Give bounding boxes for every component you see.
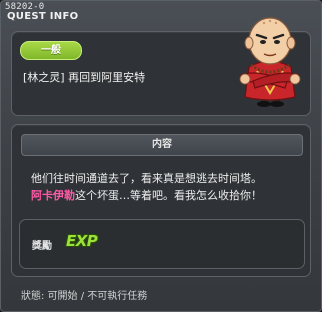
npc-portrait-icon (239, 17, 301, 107)
dialogue-line-1: 他们往时间通道去了，看来真是想逃去时间塔。 (31, 172, 262, 185)
quest-title: [林之灵] 再回到阿里安特 (23, 71, 146, 84)
dialogue-line-2-rest: 这个坏蛋…等着吧。看我怎么收拾你！ (75, 189, 262, 202)
npc-name-highlight: 阿卡伊勒 (31, 189, 75, 202)
quest-category-pill: 一般 (20, 41, 82, 60)
reward-box: 獎勵 EXP (19, 219, 305, 269)
dialogue-line-2: 阿卡伊勒这个坏蛋…等着吧。看我怎么收拾你！ (31, 187, 262, 203)
window-title: QUEST INFO (7, 11, 79, 22)
quest-status: 狀態: 可開始 / 不可執行任務 (21, 291, 148, 302)
reward-label: 獎勵 (32, 241, 52, 252)
exp-reward-icon: EXP (66, 232, 98, 250)
quest-info-window: 58202-0 QUEST INFO 一般 [林之灵] 再回到阿里安特 内容 他… (0, 0, 322, 312)
content-header: 内容 (21, 134, 303, 156)
